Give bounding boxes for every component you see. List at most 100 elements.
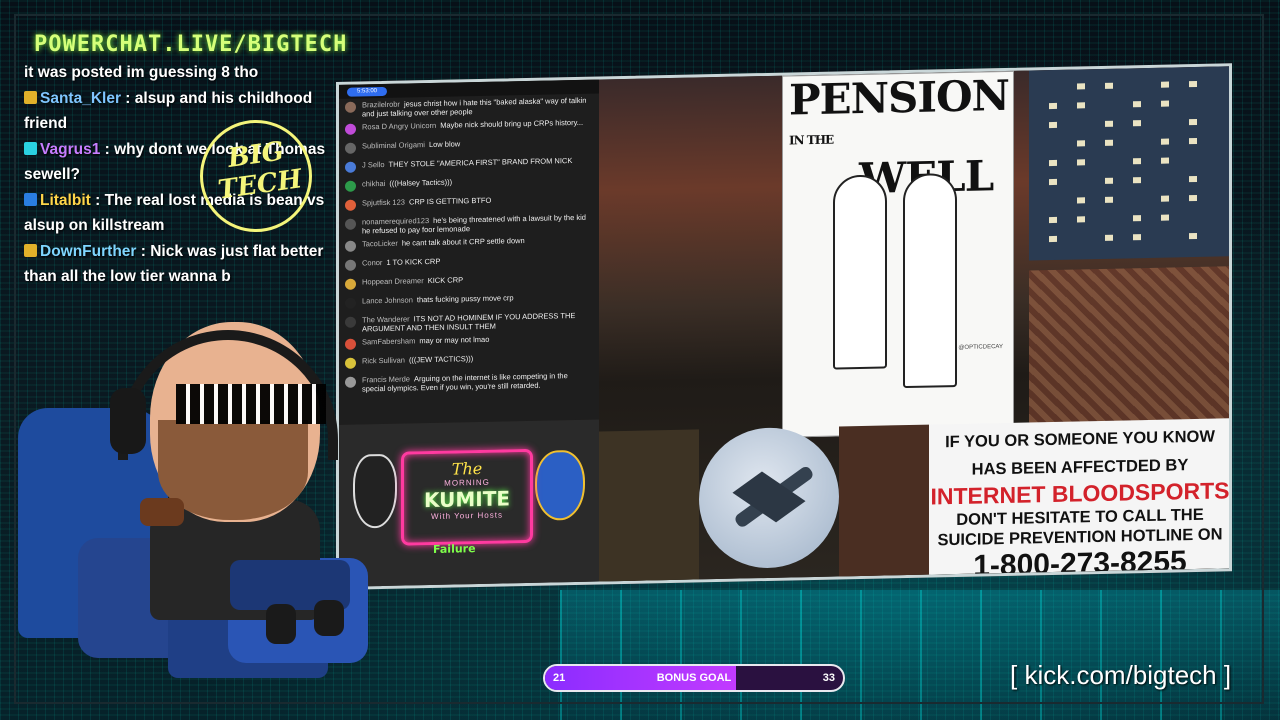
pension-poster: PENSION IN THE WELL @OPTICDECAY	[782, 70, 1014, 438]
yt-chat-message: KICK CRP	[427, 275, 464, 286]
building-window	[1105, 234, 1113, 241]
kumite-neon-sign: The MORNING KUMITE With Your Hosts	[401, 448, 533, 546]
yt-chat-message: 1 TO KICK CRP	[386, 256, 441, 267]
avatar-icon	[345, 240, 356, 252]
building-window	[1133, 120, 1141, 127]
yt-chat-author: Conor	[362, 258, 383, 268]
shoe-right-icon	[314, 600, 344, 636]
poster-title: PENSION IN THE WELL	[789, 71, 1009, 203]
bonus-label: BONUS GOAL	[656, 672, 732, 684]
avatar-icon	[345, 218, 356, 230]
building-window	[1161, 157, 1169, 164]
avatar-icon	[345, 180, 356, 192]
building-window	[1077, 216, 1085, 223]
yt-chat-message: THEY STOLE "AMERICA FIRST" BRAND FROM NI…	[388, 156, 573, 169]
yt-chat-author: Rick Sullivan	[362, 355, 405, 366]
chat-username: Litalbit	[40, 191, 91, 209]
brand-title: POWERCHAT.LIVE/BIGTECH	[34, 32, 348, 57]
pixel-sunglasses-icon	[176, 384, 326, 424]
yt-chat-author: Spjutfisk 123	[362, 197, 405, 208]
alley-scene	[599, 429, 699, 585]
avatar-icon	[345, 338, 356, 350]
yt-chat-author: TacoLicker	[362, 238, 398, 249]
bonus-target: 33	[822, 672, 835, 684]
building-window	[1077, 140, 1085, 147]
building-window	[1105, 139, 1113, 146]
building-window	[1161, 100, 1169, 107]
yt-chat-message: may or may not lmao	[419, 334, 490, 346]
youtube-chat-panel: 5:53:00 Brazilelrobr jesus christ how i h…	[339, 79, 599, 425]
morning-kumite-logo: The MORNING KUMITE With Your Hosts Failu…	[339, 419, 599, 590]
building-window	[1161, 81, 1169, 88]
kumite-failure: Failure	[433, 542, 476, 556]
avatar-icon	[345, 123, 356, 135]
avatar-icon	[345, 161, 356, 173]
yt-chat-message: (((JEW TACTICS)))	[408, 354, 474, 365]
avatar-icon	[345, 278, 356, 290]
building-window	[1189, 175, 1197, 183]
avatar-icon	[345, 376, 356, 388]
building-window	[1161, 195, 1169, 202]
chat-username: Vagrus1	[40, 140, 101, 158]
avatar-icon	[345, 297, 356, 309]
poster-title-sub: IN THE	[789, 132, 834, 148]
building-window	[1049, 159, 1057, 167]
yt-chat-message: CRP IS GETTING BTFO	[408, 195, 492, 207]
avatar-icon	[345, 259, 356, 271]
poster-credit: @OPTICDECAY	[958, 344, 1003, 351]
headphone-cup-icon	[110, 388, 146, 454]
yt-chat-author: Lance Johnson	[362, 295, 413, 306]
building-window	[1189, 118, 1197, 126]
building-window	[1105, 196, 1113, 203]
building-window	[1189, 194, 1197, 202]
bigtech-logo-text: BIG TECH	[208, 134, 307, 206]
yt-chat-message: Maybe nick should bring up CRPs history.…	[440, 117, 584, 130]
goggles-man-figure-icon	[903, 172, 957, 389]
building-window	[1077, 159, 1085, 166]
building-window	[1189, 137, 1197, 145]
bonus-goal-bar: 21 BONUS GOAL 33	[543, 664, 845, 692]
crowd-scene	[1029, 266, 1232, 431]
building-window	[1133, 101, 1141, 108]
chat-text: it was posted im guessing 8 tho	[24, 64, 259, 81]
user-badge-icon	[24, 243, 37, 257]
building-window	[1133, 215, 1141, 222]
user-badge-icon	[24, 141, 37, 155]
chat-username: DownFurther	[40, 242, 137, 260]
avatar-icon	[345, 142, 356, 154]
blue-mask-icon	[535, 449, 585, 521]
kick-url: [ kick.com/bigtech ]	[1010, 660, 1232, 690]
building-window	[1161, 138, 1169, 145]
pipe-icon	[140, 498, 184, 526]
building-window	[1049, 235, 1057, 243]
building-window	[1161, 214, 1169, 221]
yt-chat-author: Rosa D Angry Unicorn	[362, 120, 437, 132]
yt-chat-message: he cant talk about it CRP settle down	[401, 236, 525, 248]
yt-chat-message: thats fucking pussy move crp	[416, 293, 514, 305]
user-badge-icon	[24, 192, 37, 206]
yt-chat-author: chikhai	[362, 178, 386, 189]
overlay-chat-message: it was posted im guessing 8 tho	[24, 60, 354, 86]
chat-username: Santa_Kler	[40, 89, 121, 107]
old-man-figure-icon	[833, 174, 887, 370]
hotline-line-1: IF YOU OR SOMEONE YOU KNOW	[945, 427, 1215, 452]
hotline-sign: IF YOU OR SOMEONE YOU KNOW HAS BEEN AFFE…	[929, 418, 1231, 583]
poster-title-1: PENSION	[789, 70, 1009, 125]
city-building-icon	[1029, 66, 1232, 261]
yt-chat-list: Brazilelrobr jesus christ how i hate this…	[339, 93, 599, 395]
building-window	[1049, 102, 1057, 110]
main-screen: 5:53:00 Brazilelrobr jesus christ how i h…	[336, 63, 1232, 591]
overlay-chat-message: Santa_Kler : alsup and his childhood fri…	[24, 86, 354, 137]
avatar-icon	[345, 357, 356, 369]
stream-overlay: POWERCHAT.LIVE/BIGTECH it was posted im …	[0, 0, 1280, 720]
building-window	[1133, 158, 1141, 165]
yt-chat-pill: 5:53:00	[347, 86, 387, 97]
fighters-scene	[839, 424, 929, 580]
building-window	[1049, 178, 1057, 186]
yt-chat-row: Francis Merde Arguing on the internet is …	[339, 368, 599, 395]
avatar-icon	[345, 199, 356, 211]
yt-chat-message: Low blow	[428, 139, 461, 150]
avatar-icon	[345, 101, 356, 113]
yt-chat-author: Hoppean Dreamer	[362, 276, 424, 287]
building-window	[1105, 82, 1113, 89]
